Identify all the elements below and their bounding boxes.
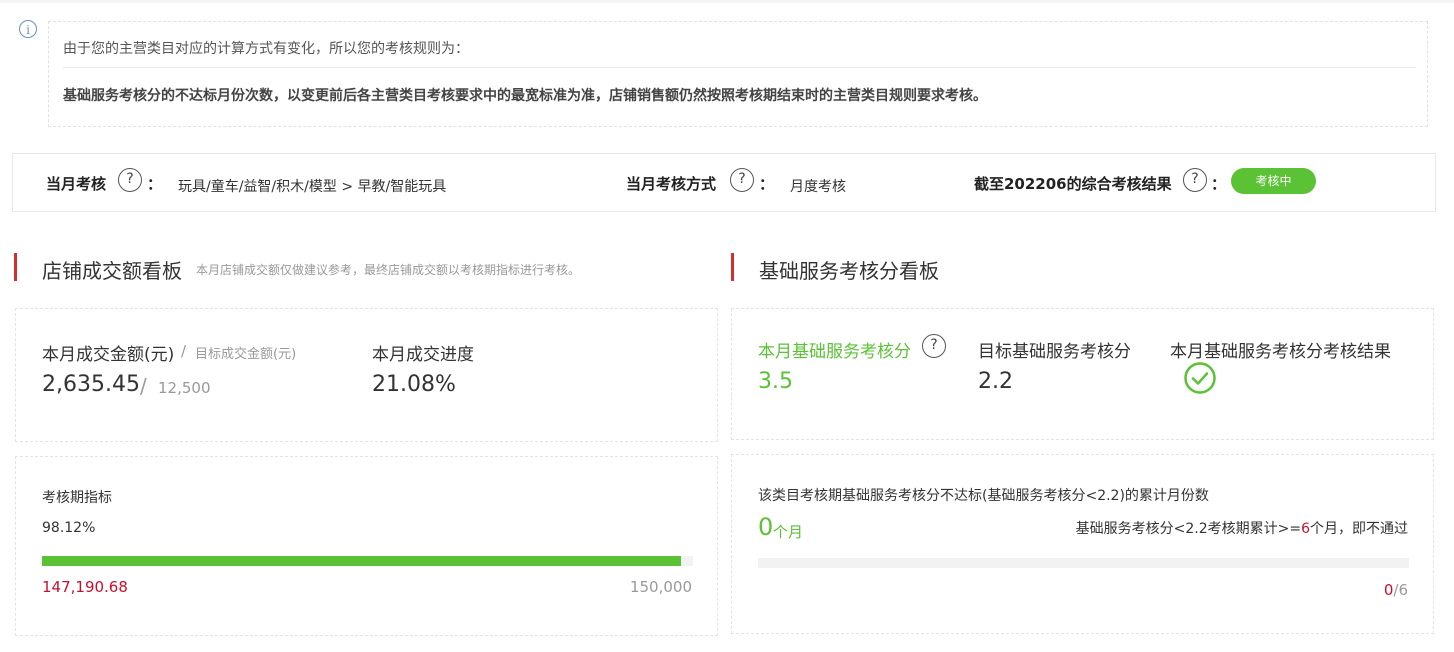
month-gmv-value: 2,635.45 xyxy=(42,372,140,397)
service-score-card: 本月基础服务考核分 ? 3.5 目标基础服务考核分 2.2 本月基础服务考核分考… xyxy=(731,308,1434,440)
fail-month-title: 该类目考核期基础服务考核分不达标(基础服务考核分<2.2)的累计月份数 xyxy=(758,488,1209,504)
target-gmv-value: 12,500 xyxy=(158,379,211,397)
period-progress-fill xyxy=(42,556,681,566)
notice-divider xyxy=(63,67,1415,68)
fail-rule-number: 6 xyxy=(1301,521,1310,537)
month-score-label: 本月基础服务考核分 xyxy=(758,342,911,362)
overall-result-help-icon[interactable]: ? xyxy=(1183,168,1207,192)
current-assessment-help-icon[interactable]: ? xyxy=(118,168,142,192)
period-progress-bar xyxy=(42,556,693,566)
fail-progress-bar xyxy=(758,558,1409,568)
target-score-value: 2.2 xyxy=(978,369,1013,394)
current-assessment-label: 当月考核 xyxy=(46,175,107,193)
current-assessment-category: 玩具/童车/益智/积木/模型 > 早教/智能玩具 xyxy=(178,179,447,195)
score-result-label: 本月基础服务考核分考核结果 xyxy=(1170,342,1391,362)
fail-month-count: 0 xyxy=(758,513,774,541)
rule-notice: 由于您的主营类目对应的计算方式有变化，所以您的考核规则为： 基础服务考核分的不达… xyxy=(48,21,1428,127)
gmv-board-title: 店铺成交额看板 xyxy=(42,259,182,283)
fail-progress-current: 0 xyxy=(1383,581,1394,599)
gmv-board-hint: 本月店铺成交额仅做建议参考，最终店铺成交额以考核期指标进行考核。 xyxy=(196,263,581,277)
assessment-method-help-icon[interactable]: ? xyxy=(730,168,754,192)
colon: ： xyxy=(1211,175,1227,193)
fail-progress-total: /6 xyxy=(1393,581,1408,599)
colon: ： xyxy=(759,175,775,193)
right-section-accent xyxy=(731,253,734,281)
target-score-label: 目标基础服务考核分 xyxy=(978,342,1131,362)
overall-result-label: 截至202206的综合考核结果 xyxy=(974,175,1172,193)
fail-progress-readout: 0/6 xyxy=(1384,581,1408,599)
period-indicator-percent: 98.12% xyxy=(42,520,96,536)
period-indicator-card: 考核期指标 98.12% 147,190.68 150,000 xyxy=(15,456,718,636)
notice-rule: 基础服务考核分的不达标月份次数，以变更前后各主营类目考核要求中的最宽标准为准，店… xyxy=(63,88,987,104)
fail-month-card: 该类目考核期基础服务考核分不达标(基础服务考核分<2.2)的累计月份数 0 个月… xyxy=(731,454,1434,634)
gmv-summary-card: 本月成交金额(元) / 目标成交金额(元) 2,635.45 / 12,500 … xyxy=(15,308,718,442)
notice-intro: 由于您的主营类目对应的计算方式有变化，所以您的考核规则为： xyxy=(63,41,469,57)
fail-month-unit: 个月 xyxy=(773,523,804,541)
assessment-status-bar: 当月考核 ? ： 玩具/童车/益智/积木/模型 > 早教/智能玩具 当月考核方式… xyxy=(12,153,1436,212)
fail-rule-text: 基础服务考核分<2.2考核期累计>=6个月，即不通过 xyxy=(1076,518,1408,538)
gmv-value-separator: / xyxy=(140,374,147,398)
colon: ： xyxy=(147,175,163,193)
month-gmv-label: 本月成交金额(元) xyxy=(42,345,175,365)
month-progress-label: 本月成交进度 xyxy=(372,345,474,365)
check-circle-icon xyxy=(1184,362,1216,394)
target-gmv-label: 目标成交金额(元) xyxy=(195,347,297,362)
left-section-accent xyxy=(14,253,17,281)
period-indicator-label: 考核期指标 xyxy=(42,490,112,506)
assessment-method-value: 月度考核 xyxy=(790,179,846,195)
score-board-title: 基础服务考核分看板 xyxy=(759,259,939,283)
month-score-help-icon[interactable]: ? xyxy=(922,334,946,358)
month-progress-value: 21.08% xyxy=(372,372,456,397)
overall-result-status-badge: 考核中 xyxy=(1231,168,1316,194)
month-score-value: 3.5 xyxy=(758,369,793,394)
period-current-value: 147,190.68 xyxy=(42,578,128,596)
fail-rule-suffix: 个月，即不通过 xyxy=(1310,521,1408,537)
gmv-separator: / xyxy=(181,342,187,360)
fail-rule-prefix: 基础服务考核分<2.2考核期累计>= xyxy=(1075,521,1302,537)
info-icon: i xyxy=(19,20,37,38)
period-target-value: 150,000 xyxy=(629,578,692,596)
top-divider xyxy=(0,0,1454,3)
assessment-method-label: 当月考核方式 xyxy=(626,175,717,193)
